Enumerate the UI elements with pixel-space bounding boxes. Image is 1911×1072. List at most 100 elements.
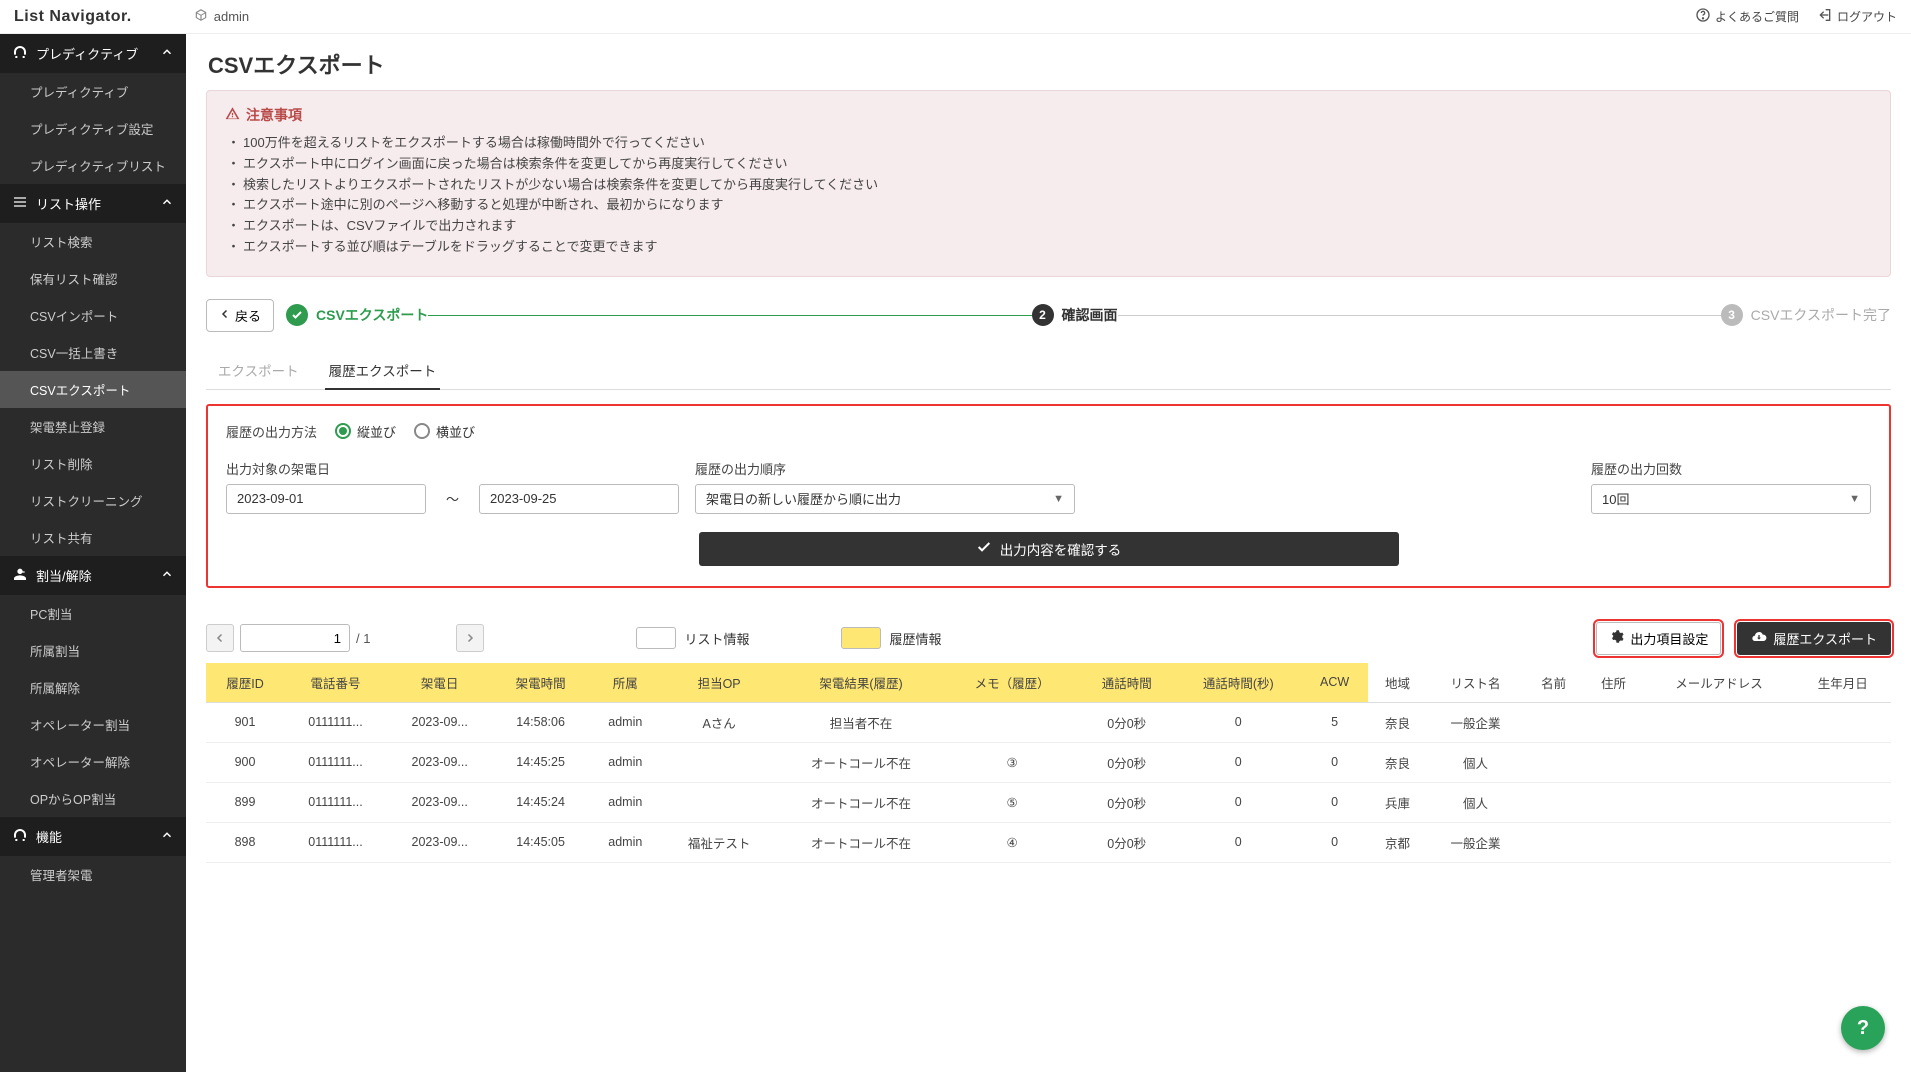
- table-header[interactable]: 通話時間(秒): [1175, 663, 1302, 703]
- table-cell: [1643, 742, 1794, 782]
- date-from-input[interactable]: 2023-09-01: [226, 484, 426, 514]
- date-from-value: 2023-09-01: [237, 491, 304, 506]
- sidebar-item[interactable]: 管理者架電: [0, 856, 186, 893]
- table-cell: [1643, 782, 1794, 822]
- date-to-input[interactable]: 2023-09-25: [479, 484, 679, 514]
- table-header[interactable]: 架電時間: [492, 663, 588, 703]
- sidebar-item[interactable]: プレディクティブリスト: [0, 147, 186, 184]
- table-cell: admin: [589, 702, 662, 742]
- sidebar-section-header[interactable]: 割当/解除: [0, 556, 186, 595]
- chevron-up-icon: [160, 828, 174, 845]
- sidebar-item[interactable]: リスト検索: [0, 223, 186, 260]
- sidebar-item[interactable]: オペレーター解除: [0, 743, 186, 780]
- radio-horizontal[interactable]: 横並び: [414, 422, 475, 441]
- table-header[interactable]: 担当OP: [662, 663, 777, 703]
- table-cell: [1643, 702, 1794, 742]
- page-prev-button[interactable]: [206, 624, 234, 652]
- tab-export[interactable]: エクスポート: [214, 352, 303, 389]
- table-row[interactable]: 9010111111...2023-09...14:58:06adminAさん担…: [206, 702, 1891, 742]
- sidebar-section-header[interactable]: リスト操作: [0, 184, 186, 223]
- sidebar-item[interactable]: リスト共有: [0, 519, 186, 556]
- stepper: CSVエクスポート 2 確認画面 3 CSVエクスポート完了: [286, 304, 1891, 326]
- data-table: 履歴ID電話番号架電日架電時間所属担当OP架電結果(履歴)メモ（履歴）通話時間通…: [206, 663, 1891, 863]
- table-cell: 900: [206, 742, 284, 782]
- table-header[interactable]: メモ（履歴）: [946, 663, 1079, 703]
- radio-icon: [335, 423, 351, 439]
- alert-title: 注意事項: [225, 105, 1872, 125]
- chevron-up-icon: [160, 195, 174, 212]
- table-header[interactable]: 履歴ID: [206, 663, 284, 703]
- sidebar-item[interactable]: リスト削除: [0, 445, 186, 482]
- method-label: 履歴の出力方法: [226, 422, 317, 441]
- faq-link[interactable]: よくあるご質問: [1695, 7, 1799, 26]
- sidebar-item[interactable]: CSVエクスポート: [0, 371, 186, 408]
- table-cell: [946, 702, 1079, 742]
- output-settings-button[interactable]: 出力項目設定: [1596, 622, 1721, 655]
- sidebar: プレディクティブプレディクティブプレディクティブ設定プレディクティブリストリスト…: [0, 34, 186, 1072]
- form-fields-row: 出力対象の架電日 2023-09-01 〜 2023-09-25 履歴の出力順序: [226, 459, 1871, 514]
- sidebar-section-header[interactable]: 機能: [0, 817, 186, 856]
- table-cell: 14:45:24: [492, 782, 588, 822]
- step-1: CSVエクスポート: [286, 304, 428, 326]
- order-select[interactable]: 架電日の新しい履歴から順に出力 ▼: [695, 484, 1075, 514]
- table-cell: 0: [1302, 742, 1368, 782]
- sidebar-section-header[interactable]: プレディクティブ: [0, 34, 186, 73]
- question-icon: ?: [1857, 1017, 1869, 1040]
- table-header[interactable]: 生年月日: [1795, 663, 1891, 703]
- help-fab[interactable]: ?: [1841, 1006, 1885, 1050]
- table-header[interactable]: メールアドレス: [1643, 663, 1794, 703]
- sidebar-item[interactable]: 保有リスト確認: [0, 260, 186, 297]
- sidebar-item[interactable]: CSVインポート: [0, 297, 186, 334]
- sidebar-item[interactable]: OPからOP割当: [0, 780, 186, 817]
- table-header[interactable]: 名前: [1524, 663, 1584, 703]
- alert-item: エクスポート中にログイン画面に戻った場合は検索条件を変更してから再度実行してくだ…: [225, 154, 1872, 175]
- table-header[interactable]: リスト名: [1427, 663, 1523, 703]
- table-row[interactable]: 8990111111...2023-09...14:45:24adminオートコ…: [206, 782, 1891, 822]
- section-title: 機能: [36, 827, 62, 846]
- sidebar-item[interactable]: プレディクティブ設定: [0, 110, 186, 147]
- table-row[interactable]: 9000111111...2023-09...14:45:25adminオートコ…: [206, 742, 1891, 782]
- table-header[interactable]: 通話時間: [1079, 663, 1175, 703]
- history-export-button[interactable]: 履歴エクスポート: [1737, 622, 1891, 655]
- table-row[interactable]: 8980111111...2023-09...14:45:05admin福祉テス…: [206, 822, 1891, 862]
- table-cell: 0111111...: [284, 742, 387, 782]
- chevron-down-icon: ▼: [1053, 493, 1064, 505]
- back-button[interactable]: 戻る: [206, 299, 274, 332]
- sidebar-item[interactable]: 所属割当: [0, 632, 186, 669]
- page-next-button[interactable]: [456, 624, 484, 652]
- tab-history-export[interactable]: 履歴エクスポート: [325, 352, 441, 390]
- gear-icon: [1609, 629, 1624, 647]
- alert-list: 100万件を超えるリストをエクスポートする場合は稼働時間外で行ってくださいエクス…: [225, 133, 1872, 258]
- table-header[interactable]: ACW: [1302, 663, 1368, 703]
- sidebar-item[interactable]: PC割当: [0, 595, 186, 632]
- radio-horizontal-label: 横並び: [436, 422, 475, 441]
- table-cell: 0: [1302, 822, 1368, 862]
- table-header[interactable]: 所属: [589, 663, 662, 703]
- sidebar-item[interactable]: CSV一括上書き: [0, 334, 186, 371]
- sidebar-item[interactable]: リストクリーニング: [0, 482, 186, 519]
- table-header[interactable]: 地域: [1368, 663, 1428, 703]
- page-input[interactable]: [240, 624, 350, 652]
- table-cell: 担当者不在: [776, 702, 945, 742]
- table-header[interactable]: 電話番号: [284, 663, 387, 703]
- sidebar-item[interactable]: 所属解除: [0, 669, 186, 706]
- sidebar-item[interactable]: 架電禁止登録: [0, 408, 186, 445]
- table-cell: [1524, 742, 1584, 782]
- sidebar-item[interactable]: オペレーター割当: [0, 706, 186, 743]
- table-cell: [662, 742, 777, 782]
- table-cell: [1524, 822, 1584, 862]
- confirm-button[interactable]: 出力内容を確認する: [699, 532, 1399, 566]
- sidebar-item[interactable]: プレディクティブ: [0, 73, 186, 110]
- table-cell: 福祉テスト: [662, 822, 777, 862]
- table-header[interactable]: 架電結果(履歴): [776, 663, 945, 703]
- table-cell: [662, 782, 777, 822]
- count-select[interactable]: 10回 ▼: [1591, 484, 1871, 514]
- table-cell: 2023-09...: [387, 782, 493, 822]
- field-date-from: 出力対象の架電日 2023-09-01: [226, 459, 426, 514]
- radio-vertical[interactable]: 縦並び: [335, 422, 396, 441]
- cube-icon: [194, 8, 208, 25]
- table-header[interactable]: 住所: [1584, 663, 1644, 703]
- table-header[interactable]: 架電日: [387, 663, 493, 703]
- table-controls: / 1 リスト情報 履歴情報: [206, 622, 1891, 655]
- logout-link[interactable]: ログアウト: [1817, 7, 1897, 26]
